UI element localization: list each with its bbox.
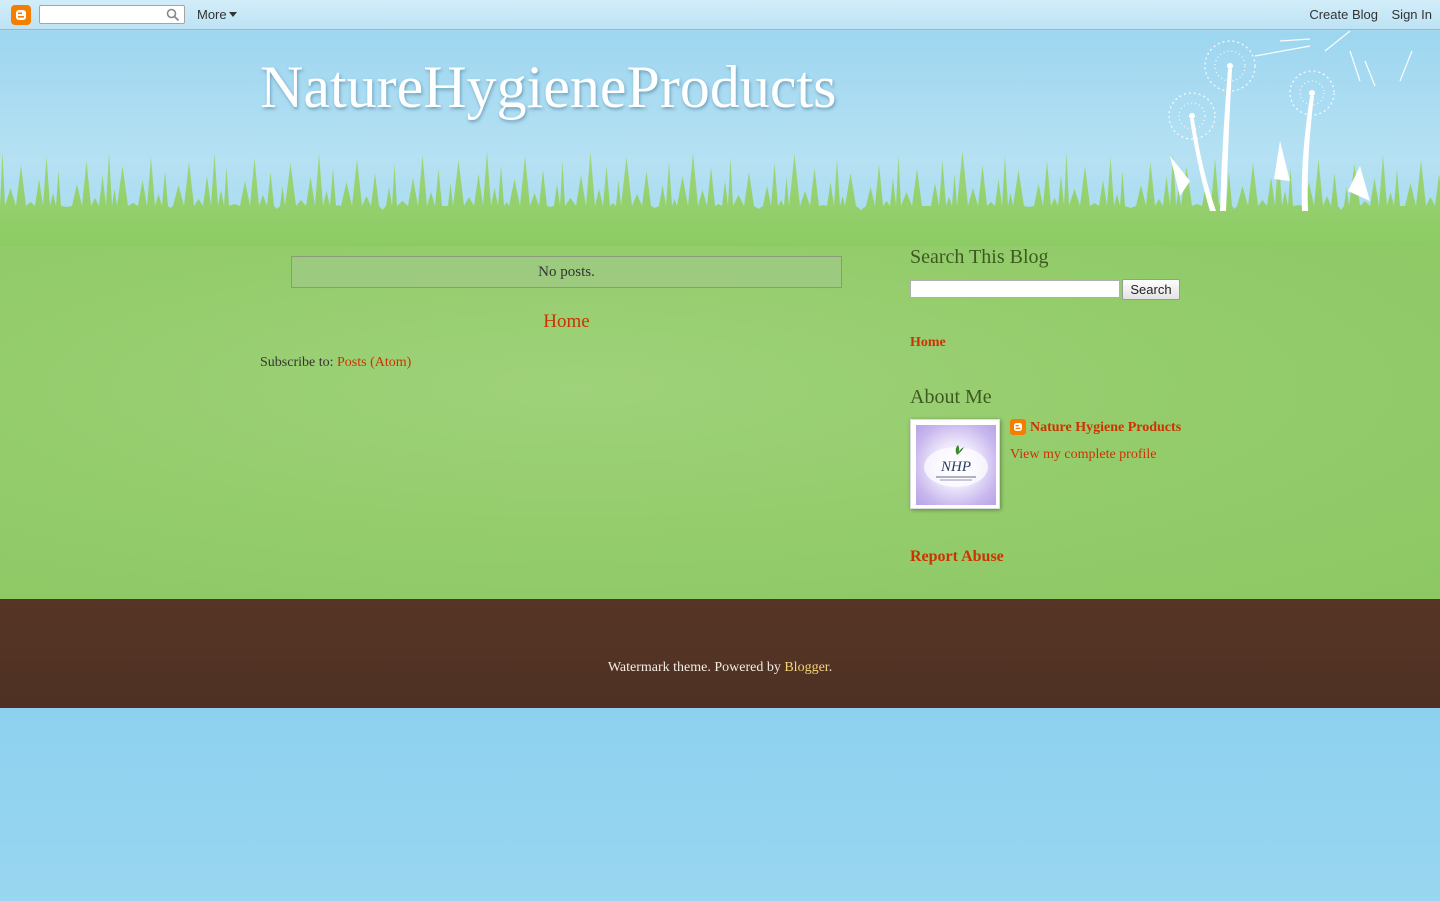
view-profile-link[interactable]: View my complete profile: [1010, 447, 1157, 463]
search-button[interactable]: Search: [1122, 279, 1180, 300]
about-me-title: About Me: [910, 386, 992, 408]
blogger-profile-icon: [1010, 419, 1026, 435]
posts-atom-link[interactable]: Posts (Atom): [337, 355, 411, 370]
search-icon[interactable]: [166, 8, 180, 22]
sign-in-link[interactable]: Sign In: [1392, 7, 1432, 22]
page-background-bottom: [0, 708, 1440, 901]
create-blog-link[interactable]: Create Blog: [1309, 7, 1378, 22]
chevron-down-icon: [228, 12, 237, 18]
no-posts-message: No posts.: [291, 256, 842, 288]
footer-suffix: .: [828, 660, 833, 675]
navbar-search-input[interactable]: [39, 5, 185, 24]
home-link[interactable]: Home: [291, 311, 842, 333]
main-content-area: No posts. Home Subscribe to: Posts (Atom…: [0, 246, 1440, 599]
profile-name-link[interactable]: Nature Hygiene Products: [1030, 420, 1181, 436]
search-widget-title: Search This Blog: [910, 246, 1049, 268]
dandelion-decoration: [1168, 31, 1413, 211]
footer-attribution: Watermark theme. Powered by Blogger.: [0, 660, 1440, 676]
blog-search-input[interactable]: [910, 280, 1120, 298]
blog-header: NatureHygieneProducts: [0, 31, 1440, 246]
more-label: More: [197, 7, 227, 22]
sidebar-home-link[interactable]: Home: [910, 335, 946, 351]
blog-title[interactable]: NatureHygieneProducts: [260, 53, 837, 122]
report-abuse-link[interactable]: Report Abuse: [910, 548, 1004, 566]
footer: Watermark theme. Powered by Blogger.: [0, 599, 1440, 708]
subscribe-line: Subscribe to: Posts (Atom): [260, 355, 411, 371]
subscribe-label: Subscribe to:: [260, 355, 337, 370]
more-menu-button[interactable]: More: [197, 7, 237, 22]
profile-image[interactable]: NHP: [916, 425, 996, 505]
nhp-logo-icon: NHP: [924, 445, 988, 487]
blogger-navbar: More Create Blog Sign In: [0, 0, 1440, 30]
svg-text:NHP: NHP: [940, 459, 971, 475]
footer-prefix: Watermark theme. Powered by: [607, 660, 785, 675]
blogger-logo-icon[interactable]: [11, 5, 31, 25]
profile-image-frame[interactable]: NHP: [910, 419, 1000, 509]
blogger-link[interactable]: Blogger: [784, 660, 828, 675]
